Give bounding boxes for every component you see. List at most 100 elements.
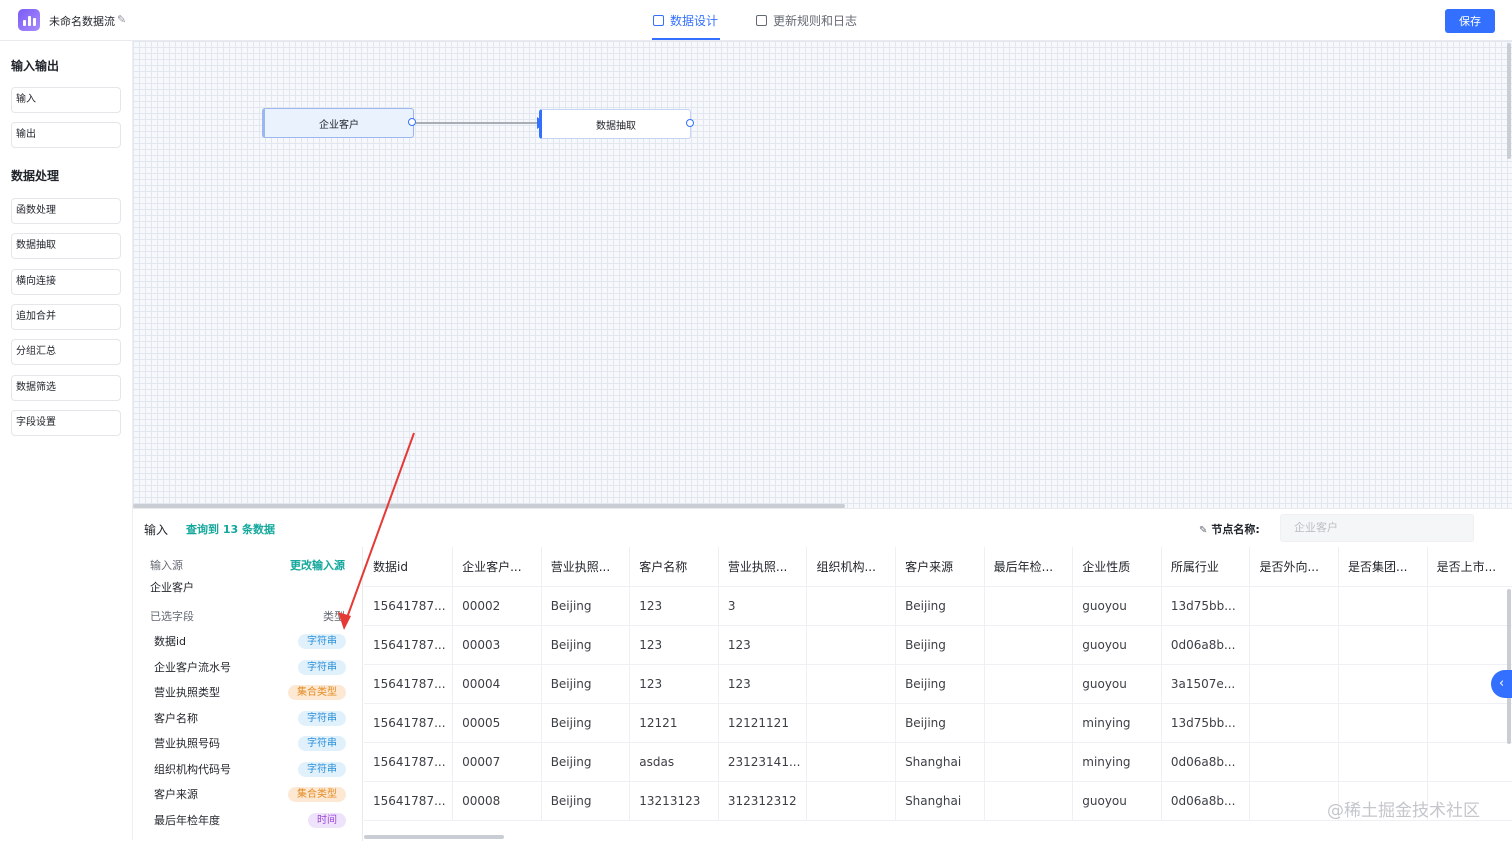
field-row[interactable]: 营业执照类型 集合类型 <box>133 680 362 705</box>
field-row[interactable]: 客户来源 集合类型 <box>133 782 362 807</box>
active-tab-indicator <box>652 38 720 40</box>
field-row[interactable]: 最后年检年度 时间 <box>133 808 362 833</box>
bar-chart-icon <box>18 9 40 31</box>
tab-update-rules[interactable]: 更新规则和日志 <box>756 12 857 29</box>
sidebar-item-input[interactable]: 输入 <box>11 87 121 113</box>
group-title-processing: 数据处理 <box>11 169 60 183</box>
node-data-extract[interactable]: 数据抽取 <box>539 109 691 139</box>
table-cell: 0d06a8b... <box>1161 625 1251 665</box>
column-header[interactable]: 是否上市... <box>1427 547 1512 587</box>
table-row[interactable]: 15641787... 00002 Beijing 123 3 Beijing guoyou… <box>364 586 1512 626</box>
column-header[interactable]: 是否集团... <box>1338 547 1428 587</box>
table-cell <box>1249 781 1340 821</box>
table-body: 15641787... 00002 Beijing 123 3 Beijing guoyou… <box>364 586 1512 821</box>
field-type-badge: 集合类型 <box>288 685 346 700</box>
table-row[interactable]: 15641787... 00003 Beijing 123 123 Beijing guoy… <box>364 625 1512 665</box>
field-name: 企业客户流水号 <box>154 660 231 674</box>
field-type-badge: 字符串 <box>298 736 346 751</box>
table-cell: 00007 <box>452 742 542 782</box>
column-header[interactable]: 最后年检... <box>984 547 1074 587</box>
column-header[interactable]: 营业执照... <box>718 547 808 587</box>
column-header[interactable]: 客户来源 <box>895 547 985 587</box>
connection-edge[interactable] <box>416 122 538 124</box>
table-cell: 00003 <box>452 625 542 665</box>
table-cell: 13d75bb... <box>1161 586 1251 626</box>
collapse-panel-button[interactable]: ‹ <box>1491 670 1512 698</box>
table-cell <box>806 664 897 704</box>
table-cell: 123 <box>718 625 808 665</box>
table-cell: 0d06a8b... <box>1161 742 1251 782</box>
flow-title: 未命名数据流 <box>49 15 115 28</box>
table-cell: 15641787... <box>364 742 454 782</box>
table-cell: 00005 <box>452 703 542 743</box>
edit-title-icon[interactable]: ✎ <box>117 13 129 26</box>
table-row[interactable]: 15641787... 00007 Beijing asdas 23123141... S… <box>364 742 1512 782</box>
panel-title: 输入 <box>144 523 169 537</box>
node-label: 数据抽取 <box>596 120 636 132</box>
column-header[interactable]: 营业执照... <box>541 547 631 587</box>
table-cell: Shanghai <box>895 781 985 821</box>
table-cell: 123 <box>718 664 808 704</box>
group-title-io: 输入输出 <box>11 59 60 73</box>
sidebar-item-output[interactable]: 输出 <box>11 122 121 148</box>
sidebar-item-append[interactable]: 追加合并 <box>11 304 121 330</box>
table-cell: 12121121 <box>718 703 808 743</box>
field-name: 营业执照类型 <box>154 686 220 699</box>
table-cell: 13213123 <box>629 781 719 821</box>
table-row[interactable]: 15641787... 00004 Beijing 123 123 Beijing guoy… <box>364 664 1512 704</box>
table-cell: Beijing <box>895 625 985 665</box>
column-header[interactable]: 数据id <box>364 547 454 587</box>
node-name-field[interactable]: 企业客户 <box>1280 514 1474 542</box>
table-cell: 00004 <box>452 664 542 704</box>
sidebar-item-join[interactable]: 横向连接 <box>11 269 121 295</box>
column-header[interactable]: 组织机构... <box>806 547 897 587</box>
sidebar-item-filter[interactable]: 数据筛选 <box>11 375 121 401</box>
table-cell: minying <box>1072 742 1162 782</box>
column-header[interactable]: 企业性质 <box>1072 547 1162 587</box>
output-port[interactable] <box>408 118 416 126</box>
table-horizontal-scrollbar[interactable] <box>364 835 504 839</box>
table-cell: 15641787... <box>364 625 454 665</box>
flow-canvas[interactable]: 企业客户 数据抽取 <box>133 41 1512 508</box>
column-header[interactable]: 是否外向... <box>1249 547 1340 587</box>
table-cell <box>1427 586 1512 626</box>
table-cell <box>806 742 897 782</box>
sidebar-item-field-settings[interactable]: 字段设置 <box>11 410 121 436</box>
table-cell: guoyou <box>1072 625 1162 665</box>
field-type-badge: 字符串 <box>298 634 346 649</box>
table-cell <box>1249 625 1340 665</box>
field-row[interactable]: 组织机构代码号 字符串 <box>133 757 362 782</box>
table-cell: 15641787... <box>364 664 454 704</box>
tab-data-design[interactable]: 数据设计 <box>653 12 718 29</box>
column-header[interactable]: 所属行业 <box>1161 547 1251 587</box>
column-header[interactable]: 客户名称 <box>629 547 719 587</box>
node-enterprise-customer[interactable]: 企业客户 <box>262 108 414 138</box>
field-name: 营业执照号码 <box>154 737 220 750</box>
table-cell: 0d06a8b... <box>1161 781 1251 821</box>
table-cell: Beijing <box>541 664 631 704</box>
top-bar: 未命名数据流 ✎ 数据设计 更新规则和日志 保存 <box>0 0 1512 41</box>
field-row[interactable]: 企业客户流水号 字符串 <box>133 655 362 680</box>
type-label: 类型 <box>323 610 345 623</box>
table-cell: 00002 <box>452 586 542 626</box>
table-cell <box>1338 586 1428 626</box>
field-name: 组织机构代码号 <box>154 762 231 776</box>
field-row[interactable]: 营业执照号码 字符串 <box>133 731 362 756</box>
table-vertical-scrollbar[interactable] <box>1507 589 1511 744</box>
sidebar-item-function[interactable]: 函数处理 <box>11 198 121 224</box>
output-port[interactable] <box>686 119 694 127</box>
table-cell: Beijing <box>541 742 631 782</box>
field-row[interactable]: 数据id 字符串 <box>133 629 362 654</box>
field-name: 数据id <box>154 635 187 648</box>
change-source-link[interactable]: 更改输入源 <box>290 557 345 573</box>
save-button[interactable]: 保存 <box>1445 9 1495 33</box>
column-header[interactable]: 企业客户... <box>452 547 542 587</box>
field-row[interactable]: 客户名称 字符串 <box>133 706 362 731</box>
field-name: 客户来源 <box>154 788 198 801</box>
table-row[interactable]: 15641787... 00005 Beijing 12121 12121121 Beij… <box>364 703 1512 743</box>
sidebar-item-group[interactable]: 分组汇总 <box>11 339 121 365</box>
canvas-vertical-scrollbar[interactable] <box>1507 43 1511 159</box>
table-cell: guoyou <box>1072 664 1162 704</box>
table-cell <box>984 625 1074 665</box>
sidebar-item-extract[interactable]: 数据抽取 <box>11 233 121 259</box>
